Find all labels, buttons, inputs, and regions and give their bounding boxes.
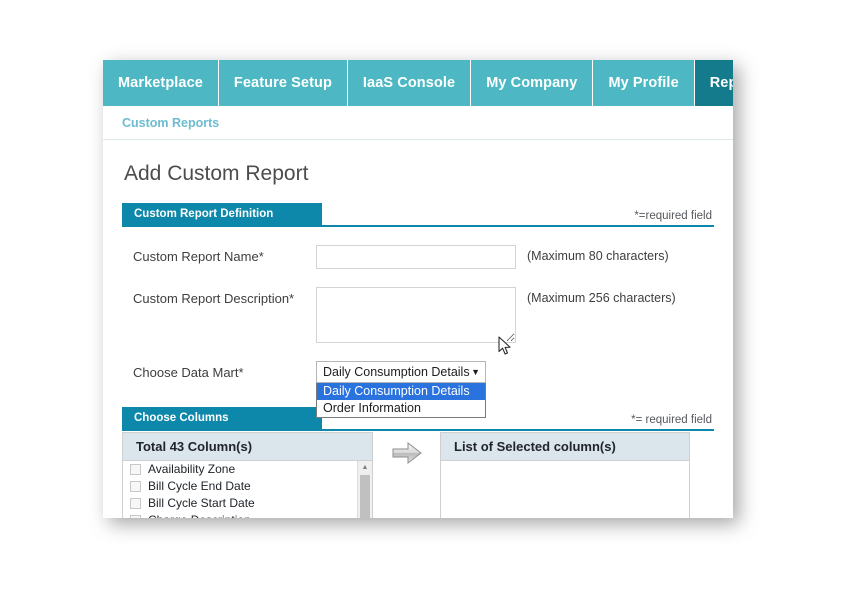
nav-tab-label: Feature Setup bbox=[233, 75, 332, 91]
required-field-note: *=required field bbox=[634, 210, 712, 222]
move-columns-control bbox=[373, 432, 440, 518]
list-item[interactable]: Charge Description bbox=[123, 512, 372, 518]
nav-tab-label: My Profile bbox=[608, 75, 679, 91]
page-content: Add Custom Report Custom Report Definiti… bbox=[103, 162, 733, 518]
nav-tab-label: Marketplace bbox=[118, 75, 203, 91]
choose-columns-section: Choose Columns *= required field Total 4… bbox=[122, 407, 714, 518]
nav-tab-my-company[interactable]: My Company bbox=[471, 60, 594, 106]
nav-tab-my-profile[interactable]: My Profile bbox=[593, 60, 695, 106]
columns-transfer-area: Total 43 Column(s) Availability Zone Bil… bbox=[122, 432, 714, 518]
nav-tab-feature-setup[interactable]: Feature Setup bbox=[219, 60, 348, 106]
selected-columns-header: List of Selected column(s) bbox=[441, 433, 689, 461]
main-navigation-bar: Marketplace Feature Setup IaaS Console M… bbox=[103, 60, 733, 106]
form-row-data-mart: Choose Data Mart* Daily Consumption Deta… bbox=[122, 361, 714, 418]
section-title: Custom Report Definition bbox=[122, 203, 322, 225]
checkbox-icon[interactable] bbox=[130, 464, 141, 475]
nav-tab-reports[interactable]: Reports bbox=[694, 60, 733, 106]
page-title: Add Custom Report bbox=[124, 162, 309, 185]
chevron-down-icon: ▼ bbox=[471, 366, 480, 377]
label-report-name: Custom Report Name* bbox=[133, 249, 264, 264]
breadcrumb: Custom Reports bbox=[103, 106, 733, 140]
list-item-label: Charge Description bbox=[148, 513, 251, 518]
data-mart-option-order-information[interactable]: Order Information bbox=[317, 400, 485, 417]
data-mart-dropdown: Daily Consumption Details ▼ Daily Consum… bbox=[316, 361, 486, 418]
available-columns-list[interactable]: Availability Zone Bill Cycle End Date Bi… bbox=[123, 461, 372, 518]
data-mart-select-button[interactable]: Daily Consumption Details ▼ bbox=[316, 361, 486, 383]
scrollbar-thumb[interactable] bbox=[360, 475, 370, 518]
required-field-note: *= required field bbox=[631, 414, 712, 426]
list-item-label: Bill Cycle End Date bbox=[148, 479, 251, 493]
nav-tab-label: Reports bbox=[709, 75, 733, 91]
hint-report-description-maxlength: (Maximum 256 characters) bbox=[527, 291, 676, 305]
available-columns-panel: Total 43 Column(s) Availability Zone Bil… bbox=[122, 432, 373, 518]
selected-columns-list[interactable] bbox=[441, 461, 689, 518]
checkbox-icon[interactable] bbox=[130, 481, 141, 492]
nav-tab-marketplace[interactable]: Marketplace bbox=[103, 60, 219, 106]
textarea-report-description[interactable] bbox=[316, 287, 516, 343]
form-row-report-description: Custom Report Description* (Maximum 256 … bbox=[122, 287, 714, 343]
label-choose-data-mart: Choose Data Mart* bbox=[133, 365, 244, 380]
list-item[interactable]: Bill Cycle Start Date bbox=[123, 495, 372, 512]
input-report-name[interactable] bbox=[316, 245, 516, 269]
list-item-label: Availability Zone bbox=[148, 462, 236, 476]
arrow-right-icon[interactable] bbox=[392, 442, 422, 464]
section-header-report-definition: Custom Report Definition *=required fiel… bbox=[122, 203, 714, 227]
available-columns-scrollbar[interactable]: ▲ bbox=[357, 461, 372, 518]
data-mart-options-list: Daily Consumption Details Order Informat… bbox=[316, 383, 486, 418]
scroll-up-arrow-icon[interactable]: ▲ bbox=[358, 461, 372, 474]
list-item-label: Bill Cycle Start Date bbox=[148, 496, 255, 510]
list-item[interactable]: Bill Cycle End Date bbox=[123, 478, 372, 495]
nav-tab-label: My Company bbox=[486, 75, 578, 91]
form-row-report-name: Custom Report Name* (Maximum 80 characte… bbox=[122, 245, 714, 269]
checkbox-icon[interactable] bbox=[130, 515, 141, 518]
section-title: Choose Columns bbox=[122, 407, 322, 429]
breadcrumb-link-custom-reports[interactable]: Custom Reports bbox=[122, 116, 219, 130]
application-window: Marketplace Feature Setup IaaS Console M… bbox=[103, 60, 733, 518]
nav-tab-iaas-console[interactable]: IaaS Console bbox=[348, 60, 472, 106]
label-report-description: Custom Report Description* bbox=[133, 291, 295, 306]
data-mart-selected-value: Daily Consumption Details bbox=[323, 365, 470, 379]
selected-columns-panel: List of Selected column(s) bbox=[440, 432, 690, 518]
nav-tab-label: IaaS Console bbox=[362, 75, 456, 91]
hint-report-name-maxlength: (Maximum 80 characters) bbox=[527, 249, 669, 263]
available-columns-header: Total 43 Column(s) bbox=[123, 433, 372, 461]
list-item[interactable]: Availability Zone bbox=[123, 461, 372, 478]
checkbox-icon[interactable] bbox=[130, 498, 141, 509]
data-mart-option-daily-consumption-details[interactable]: Daily Consumption Details bbox=[317, 383, 485, 400]
